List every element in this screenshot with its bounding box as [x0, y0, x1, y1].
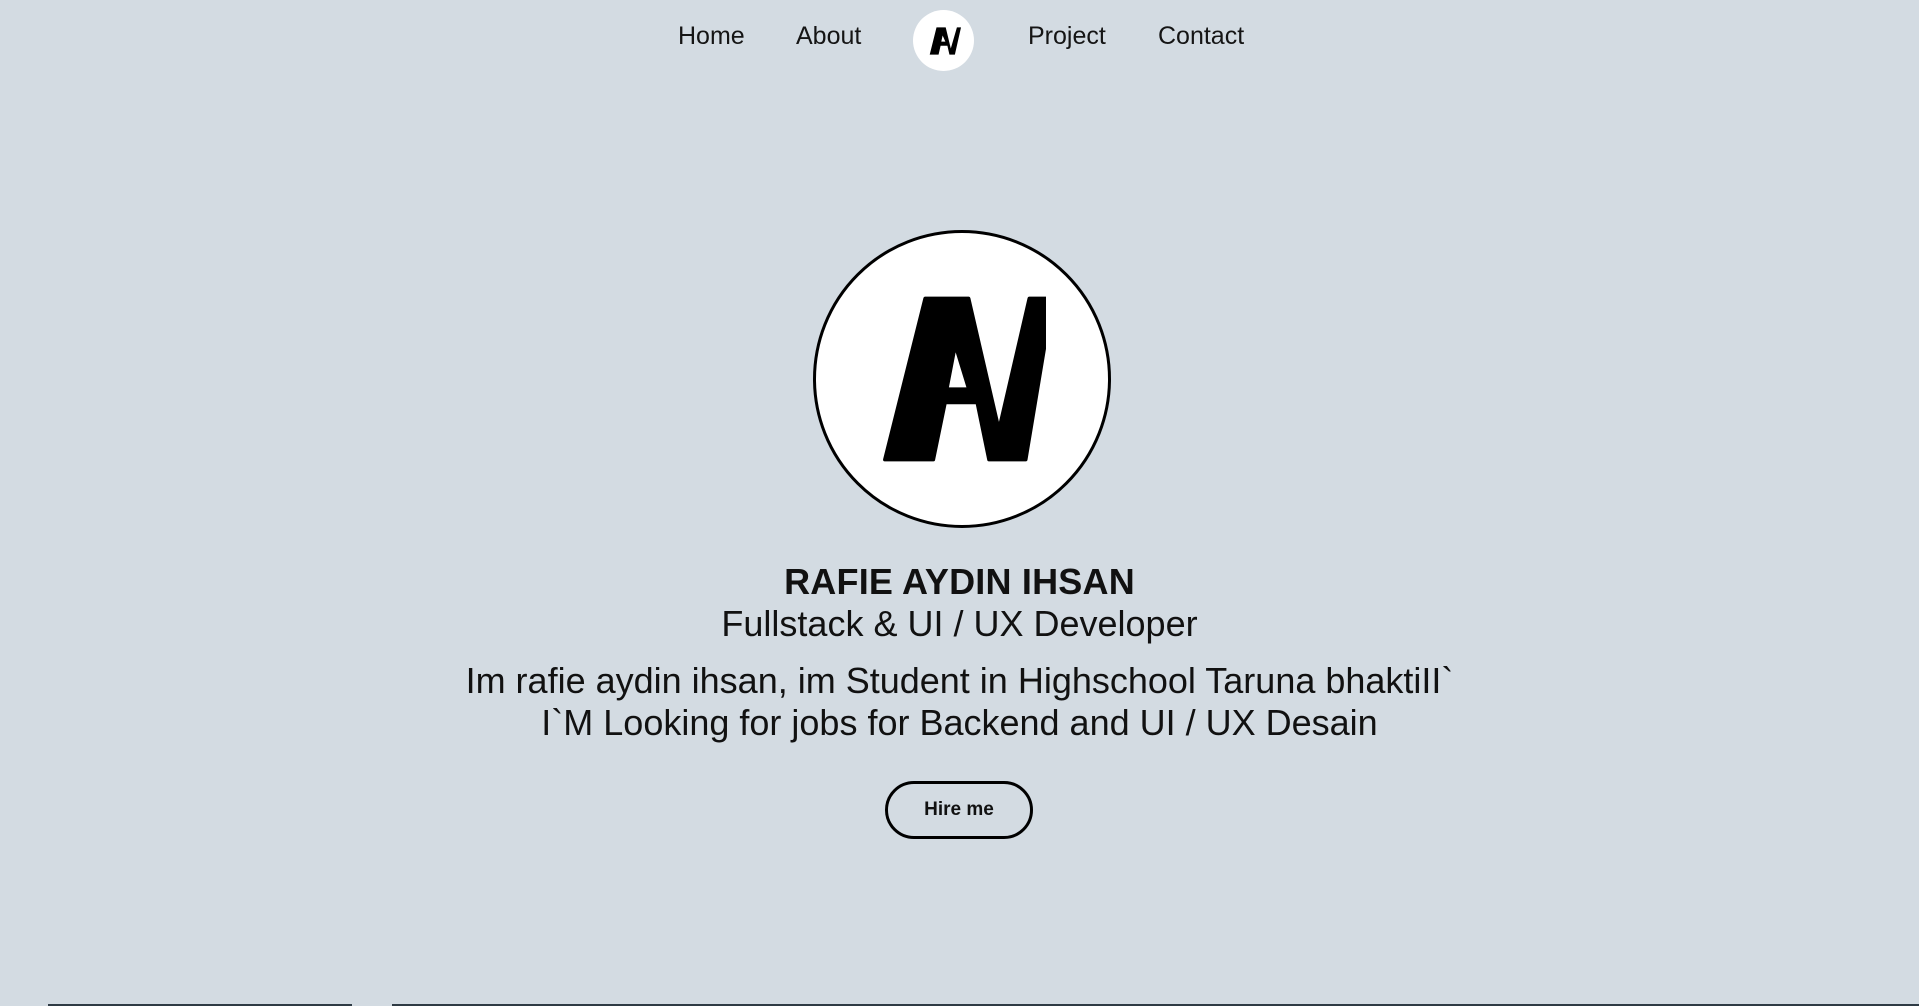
ai-logo-icon	[929, 26, 961, 55]
nav-logo[interactable]	[913, 10, 974, 71]
nav-link-home[interactable]: Home	[678, 22, 745, 51]
nav-link-about[interactable]: About	[796, 22, 861, 51]
hero-bio-line: I`M Looking for jobs for Backend and UI …	[541, 702, 1378, 743]
hero-bio: Im rafie aydin ihsan, im Student in High…	[0, 660, 1919, 744]
hero-role: Fullstack & UI / UX Developer	[721, 603, 1198, 644]
hero-bio-line: Im rafie aydin ihsan, im Student in High…	[465, 660, 1454, 701]
top-navigation: Home About Project Contact	[0, 0, 1919, 80]
portfolio-page: Home About Project Contact RAFIE AYDIN I…	[0, 0, 1919, 1006]
ai-logo-icon	[883, 296, 1046, 462]
avatar	[813, 230, 1111, 528]
hire-me-button[interactable]: Hire me	[885, 781, 1033, 839]
hero-name: RAFIE AYDIN IHSAN	[784, 561, 1135, 602]
nav-link-project[interactable]: Project	[1028, 22, 1106, 51]
nav-link-contact[interactable]: Contact	[1158, 22, 1244, 51]
